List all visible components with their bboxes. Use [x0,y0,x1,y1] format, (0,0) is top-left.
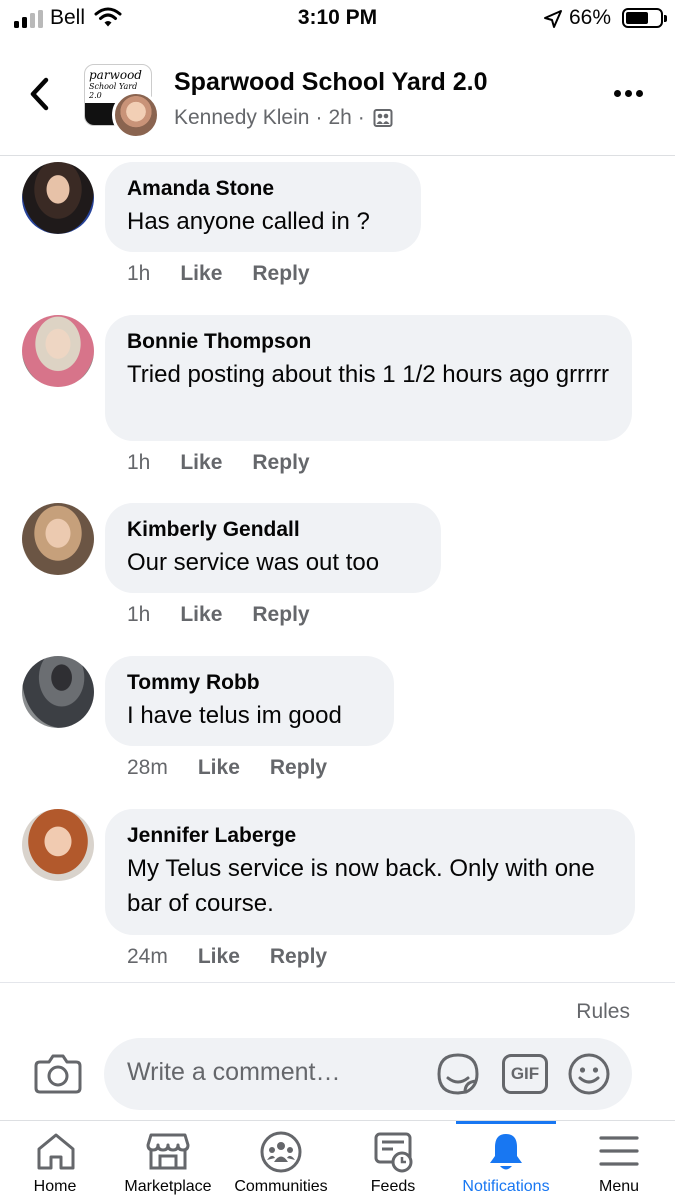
status-bar: Bell 3:10 PM 66% [0,0,675,38]
comment-bubble[interactable]: Tommy Robb I have telus im good [105,656,394,746]
commenter-name[interactable]: Amanda Stone [127,176,399,202]
commenter-avatar[interactable] [22,656,94,728]
tab-label: Marketplace [124,1178,212,1195]
reply-button[interactable]: Reply [252,262,309,286]
commenter-name[interactable]: Tommy Robb [127,670,372,696]
tab-label: Notifications [462,1178,550,1195]
tab-notifications[interactable]: Notifications [456,1121,556,1200]
tab-label: Communities [234,1178,328,1195]
reply-button[interactable]: Reply [270,945,327,969]
comment-text: My Telus service is now back. Only with … [127,855,595,917]
reply-button[interactable]: Reply [252,603,309,627]
commenter-name[interactable]: Kimberly Gendall [127,517,419,543]
commenter-avatar[interactable] [22,315,94,387]
like-button[interactable]: Like [198,756,240,780]
comment-bubble[interactable]: Jennifer Laberge My Telus service is now… [105,809,635,935]
battery-percent: 66% [569,6,612,29]
battery-icon [622,8,667,28]
comment-text: Our service was out too [127,549,380,576]
bell-icon [490,1134,522,1170]
gif-label: GIF [510,1064,540,1083]
tab-menu[interactable]: Menu [566,1121,672,1200]
group-privacy-icon [373,109,393,127]
rules-link[interactable]: Rules [576,1000,630,1024]
reply-button[interactable]: Reply [270,756,327,780]
like-button[interactable]: Like [180,451,222,475]
comment-text: I have telus im good [127,702,342,729]
location-arrow-icon [544,10,562,28]
feeds-icon [374,1132,413,1173]
post-header: parwood School Yard 2.0 Sparwood School … [0,48,675,156]
author-avatar[interactable] [112,91,160,139]
comment-input-placeholder: Write a comment… [127,1058,341,1086]
battery-level-fill [626,12,648,24]
menu-icon [599,1136,639,1166]
commenter-avatar[interactable] [22,162,94,234]
comment-text: Tried posting about this 1 1/2 hours ago… [127,361,610,388]
reply-button[interactable]: Reply [252,451,309,475]
group-avatar-line1: parwood [89,68,142,82]
commenter-avatar[interactable] [22,503,94,575]
group-name[interactable]: Sparwood School Yard 2.0 [174,68,488,97]
tab-label: Feeds [370,1178,416,1195]
post-meta: Kennedy Klein · 2h · [174,106,393,130]
sticker-icon[interactable] [436,1052,480,1096]
camera-icon[interactable] [34,1052,82,1094]
comment-time: 1h [127,262,151,285]
commenter-name[interactable]: Jennifer Laberge [127,823,613,849]
communities-icon [260,1131,302,1173]
active-tab-indicator [456,1121,556,1124]
home-icon [37,1133,75,1170]
post-author[interactable]: Kennedy Klein [174,106,309,130]
tab-home[interactable]: Home [0,1121,110,1200]
tab-communities[interactable]: Communities [226,1121,336,1200]
comment-time: 28m [127,756,168,779]
commenter-avatar[interactable] [22,809,94,881]
bottom-tab-bar: Home Marketplace Communities Feeds Notif… [0,1120,675,1200]
comment-input[interactable]: Write a comment… [104,1038,632,1110]
like-button[interactable]: Like [180,262,222,286]
tab-label: Home [33,1178,77,1195]
comment-bubble[interactable]: Kimberly Gendall Our service was out too [105,503,441,593]
more-options-button[interactable] [614,90,643,97]
comment-bubble[interactable]: Amanda Stone Has anyone called in ? [105,162,421,252]
comment-time: 24m [127,945,168,968]
tab-feeds[interactable]: Feeds [338,1121,448,1200]
like-button[interactable]: Like [198,945,240,969]
comment-time: 1h [127,451,151,474]
marketplace-icon [146,1133,190,1170]
emoji-icon[interactable] [567,1052,611,1096]
comment-time: 1h [127,603,151,626]
tab-marketplace[interactable]: Marketplace [112,1121,224,1200]
composer-divider [0,982,675,983]
like-button[interactable]: Like [180,603,222,627]
tab-label: Menu [598,1178,640,1195]
gif-button[interactable]: GIF [502,1054,548,1094]
comment-bubble[interactable]: Bonnie Thompson Tried posting about this… [105,315,632,441]
back-button[interactable] [26,76,56,112]
comment-text: Has anyone called in ? [127,208,370,235]
commenter-name[interactable]: Bonnie Thompson [127,329,610,355]
post-time: 2h [328,106,352,129]
